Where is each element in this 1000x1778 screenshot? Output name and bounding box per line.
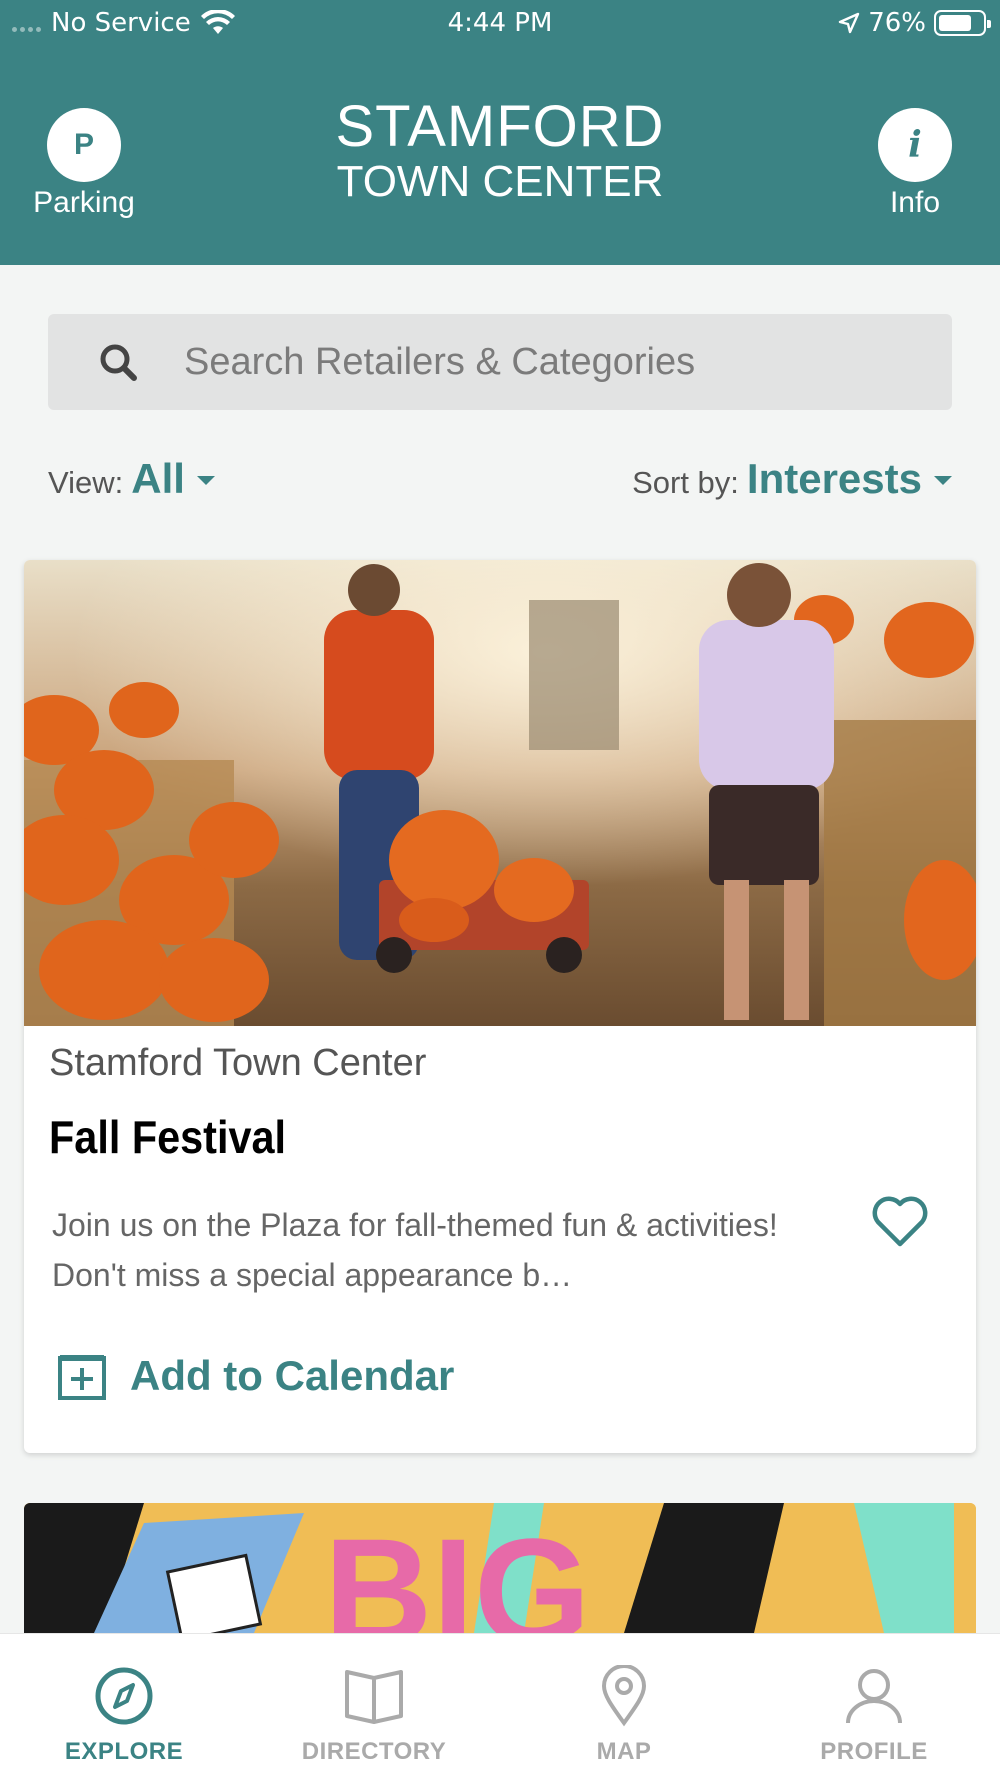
search-bar[interactable] <box>48 314 952 410</box>
add-to-calendar-button[interactable]: Add to Calendar <box>56 1350 454 1402</box>
tab-directory-label: DIRECTORY <box>301 1738 447 1765</box>
mall-logo: STAMFORD TOWN CENTER <box>0 98 1000 204</box>
tab-map-label: MAP <box>596 1738 652 1765</box>
event-photo <box>24 560 976 1026</box>
sort-label: Sort by: <box>632 465 739 500</box>
battery-fill <box>939 15 971 31</box>
sort-caret-icon <box>934 476 952 485</box>
tab-explore-label: EXPLORE <box>64 1738 184 1765</box>
event-card-2[interactable]: BIG <box>24 1503 976 1633</box>
tab-map[interactable]: MAP <box>524 1664 724 1766</box>
event-venue: Stamford Town Center <box>49 1042 427 1084</box>
bottom-tab-bar: EXPLORE DIRECTORY MAP PROFILE <box>0 1633 1000 1778</box>
person-icon <box>774 1664 974 1728</box>
search-input[interactable] <box>184 340 884 384</box>
tab-profile-label: PROFILE <box>820 1738 928 1765</box>
app-header: No Service 4:44 PM 76% P Parking STAMFOR… <box>0 0 1000 265</box>
tab-directory[interactable]: DIRECTORY <box>274 1664 474 1766</box>
view-filter[interactable]: View: All <box>48 455 215 503</box>
logo-line-2: TOWN CENTER <box>336 157 664 206</box>
logo-line-1: STAMFORD <box>335 94 665 159</box>
view-caret-icon <box>196 476 215 485</box>
sort-value: Interests <box>746 455 922 502</box>
map-pin-icon <box>524 1664 724 1728</box>
sort-filter[interactable]: Sort by: Interests <box>632 455 952 503</box>
view-value: All <box>131 455 185 502</box>
battery-icon <box>934 10 991 36</box>
info-icon: i <box>878 108 952 182</box>
heart-icon[interactable] <box>870 1194 930 1250</box>
search-icon <box>94 338 142 386</box>
tab-explore[interactable]: EXPLORE <box>24 1664 224 1766</box>
status-bar: No Service 4:44 PM 76% <box>0 0 1000 50</box>
battery-percent: 76% <box>868 8 926 38</box>
view-label: View: <box>48 465 124 500</box>
filter-row: View: All Sort by: Interests <box>48 455 952 505</box>
compass-icon <box>24 1664 224 1728</box>
tab-profile[interactable]: PROFILE <box>774 1664 974 1766</box>
second-card-text: BIG <box>324 1507 591 1633</box>
info-button[interactable]: i Info <box>855 108 975 220</box>
event-title: Fall Festival <box>49 1111 287 1163</box>
event-description: Join us on the Plaza for fall-themed fun… <box>52 1207 778 1293</box>
calendar-plus-icon <box>58 1355 106 1400</box>
book-icon <box>274 1664 474 1728</box>
event-card[interactable]: Stamford Town Center Fall Festival Join … <box>24 560 976 1453</box>
info-label: Info <box>889 186 941 219</box>
add-to-calendar-label: Add to Calendar <box>130 1352 455 1399</box>
location-arrow-icon <box>839 12 860 34</box>
